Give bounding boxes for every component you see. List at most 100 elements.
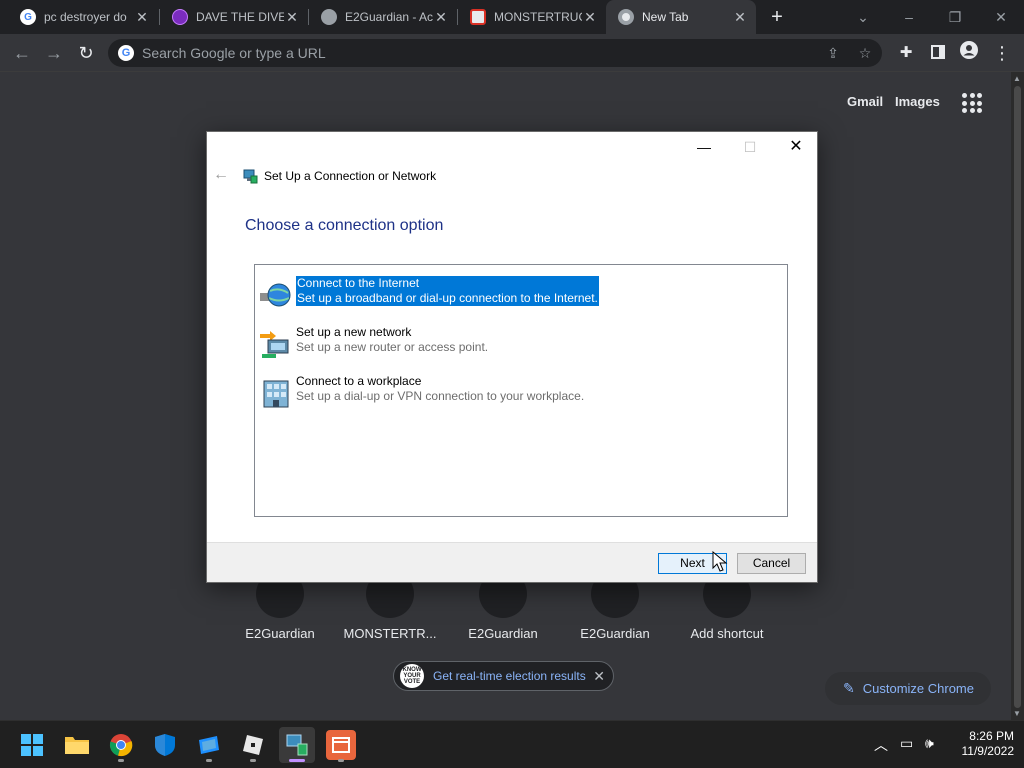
close-icon[interactable]: ✕ [593, 668, 605, 685]
back-arrow-icon[interactable]: ← [213, 166, 229, 184]
workplace-building-icon [263, 380, 289, 408]
tab-new-tab[interactable]: New Tab ✕ [606, 0, 756, 34]
network-setup-taskbar-button[interactable] [279, 727, 315, 763]
option-description: Set up a new router or access point. [296, 340, 489, 354]
shortcut-label: E2Guardian [580, 626, 650, 641]
google-icon: G [118, 45, 134, 61]
bookmark-star-icon[interactable]: ☆ [856, 44, 874, 62]
security-button[interactable] [147, 727, 183, 763]
system-clock[interactable]: 8:26 PM 11/9/2022 [950, 729, 1015, 759]
router-icon [260, 331, 289, 358]
back-arrow-icon[interactable]: ← [10, 41, 34, 65]
dialog-title: Set Up a Connection or Network [264, 169, 437, 183]
tab-search-icon[interactable]: ⌄ [849, 4, 877, 30]
option-title: Set up a new network [296, 325, 412, 339]
close-icon[interactable]: ✕ [433, 9, 449, 25]
roblox-button[interactable] [235, 727, 271, 763]
tab-e2guardian[interactable]: E2Guardian - Ac ✕ [309, 0, 457, 34]
menu-kebab-icon[interactable]: ⋮ [990, 41, 1014, 65]
clock-date: 11/9/2022 [961, 744, 1015, 758]
tab-title: DAVE THE DIVER [196, 10, 284, 24]
election-chip-text: Get real-time election results [433, 669, 586, 683]
profile-icon[interactable] [957, 41, 981, 65]
option-connect-workplace[interactable]: Connect to a workplace Set up a dial-up … [259, 374, 779, 416]
app-orange-button[interactable] [323, 727, 359, 763]
minimize-icon[interactable]: – [895, 4, 923, 30]
globe-icon [321, 9, 337, 25]
forward-arrow-icon[interactable]: → [42, 41, 66, 65]
cancel-button[interactable]: Cancel [737, 553, 806, 574]
shortcut-label: E2Guardian [468, 626, 538, 641]
chrome-icon [618, 9, 634, 25]
clock-time: 8:26 PM [969, 729, 1014, 743]
customize-chrome-label: Customize Chrome [862, 681, 974, 696]
share-icon[interactable]: ⇪ [824, 44, 842, 62]
option-connect-internet[interactable]: Connect to the Internet Set up a broadba… [259, 276, 779, 318]
tab-title: pc destroyer do [44, 10, 127, 24]
roblox-icon [243, 735, 263, 755]
shortcut-label: MONSTERTR... [343, 626, 437, 641]
option-new-network[interactable]: Set up a new network Set up a new router… [259, 325, 779, 367]
monstertruck-icon [470, 9, 486, 25]
option-description: Set up a broadband or dial-up connection… [297, 291, 598, 305]
tab-title: E2Guardian - Ac [345, 10, 433, 24]
google-apps-icon[interactable] [962, 93, 982, 113]
close-icon[interactable]: ✕ [134, 9, 150, 25]
close-icon[interactable]: ✕ [582, 9, 598, 25]
side-panel-icon[interactable] [926, 41, 950, 65]
store-icon [199, 736, 219, 754]
running-indicator [118, 759, 124, 762]
customize-chrome-button[interactable]: ✎ Customize Chrome [825, 672, 991, 705]
option-text: Connect to the Internet Set up a broadba… [296, 276, 599, 306]
tab-monstertruck[interactable]: MONSTERTRUC ✕ [458, 0, 606, 34]
file-explorer-button[interactable] [59, 727, 95, 763]
setup-connection-dialog: — ☐ ✕ ← Set Up a Connection or Network C… [206, 131, 818, 583]
scrollbar-thumb[interactable] [1014, 86, 1021, 708]
tab-pc-destroyer[interactable]: G pc destroyer do ✕ [8, 0, 158, 34]
tab-title: New Tab [642, 10, 689, 24]
close-icon[interactable]: ✕ [732, 9, 748, 25]
folder-icon [65, 737, 89, 754]
scroll-up-icon[interactable]: ▲ [1013, 74, 1021, 83]
volume-icon[interactable]: 🕪 [925, 735, 934, 752]
dave-icon [172, 9, 188, 25]
running-indicator [250, 759, 256, 762]
scroll-down-icon[interactable]: ▼ [1013, 709, 1021, 718]
chrome-taskbar-button[interactable] [103, 727, 139, 763]
minimize-icon[interactable]: — [681, 134, 727, 160]
restore-icon[interactable]: ❐ [941, 4, 969, 30]
close-icon[interactable]: ✕ [773, 134, 819, 160]
extensions-icon[interactable]: ✚ [894, 41, 918, 65]
shortcut-label: Add shortcut [690, 626, 764, 641]
google-icon: G [20, 9, 36, 25]
network-setup-icon [243, 169, 258, 184]
images-link[interactable]: Images [895, 94, 940, 109]
network-setup-icon [286, 734, 308, 756]
mouse-cursor-icon [712, 551, 728, 572]
close-window-icon[interactable]: ✕ [987, 4, 1015, 30]
display-icon[interactable]: ▭ [900, 735, 913, 752]
new-tab-button[interactable]: + [766, 6, 788, 28]
close-icon[interactable]: ✕ [284, 9, 300, 25]
chevron-up-icon[interactable]: ︿ [874, 735, 888, 755]
omnibox[interactable]: G ⇪ ☆ [108, 39, 882, 67]
windows-taskbar: ︿ ▭ 🕪 8:26 PM 11/9/2022 [0, 720, 1024, 768]
reload-icon[interactable]: ↻ [74, 41, 98, 65]
chrome-icon [109, 734, 133, 757]
gmail-link[interactable]: Gmail [847, 94, 883, 109]
orange-app-icon [326, 730, 356, 760]
address-input[interactable] [142, 45, 782, 61]
connection-option-list: Connect to the Internet Set up a broadba… [254, 264, 788, 517]
page-scrollbar[interactable]: ▲ ▼ [1011, 72, 1024, 720]
tab-dave-the-diver[interactable]: DAVE THE DIVER ✕ [160, 0, 308, 34]
store-button[interactable] [191, 727, 227, 763]
know-your-vote-logo: KNOW YOUR VOTE [400, 664, 424, 688]
start-button[interactable] [14, 727, 50, 763]
globe-internet-icon [260, 283, 291, 307]
running-indicator [289, 759, 305, 762]
tab-title: MONSTERTRUC [494, 10, 582, 24]
election-chip[interactable]: KNOW YOUR VOTE Get real-time election re… [393, 661, 614, 691]
option-description: Set up a dial-up or VPN connection to yo… [296, 389, 585, 403]
shield-icon [155, 734, 175, 756]
dialog-heading: Choose a connection option [245, 217, 444, 234]
